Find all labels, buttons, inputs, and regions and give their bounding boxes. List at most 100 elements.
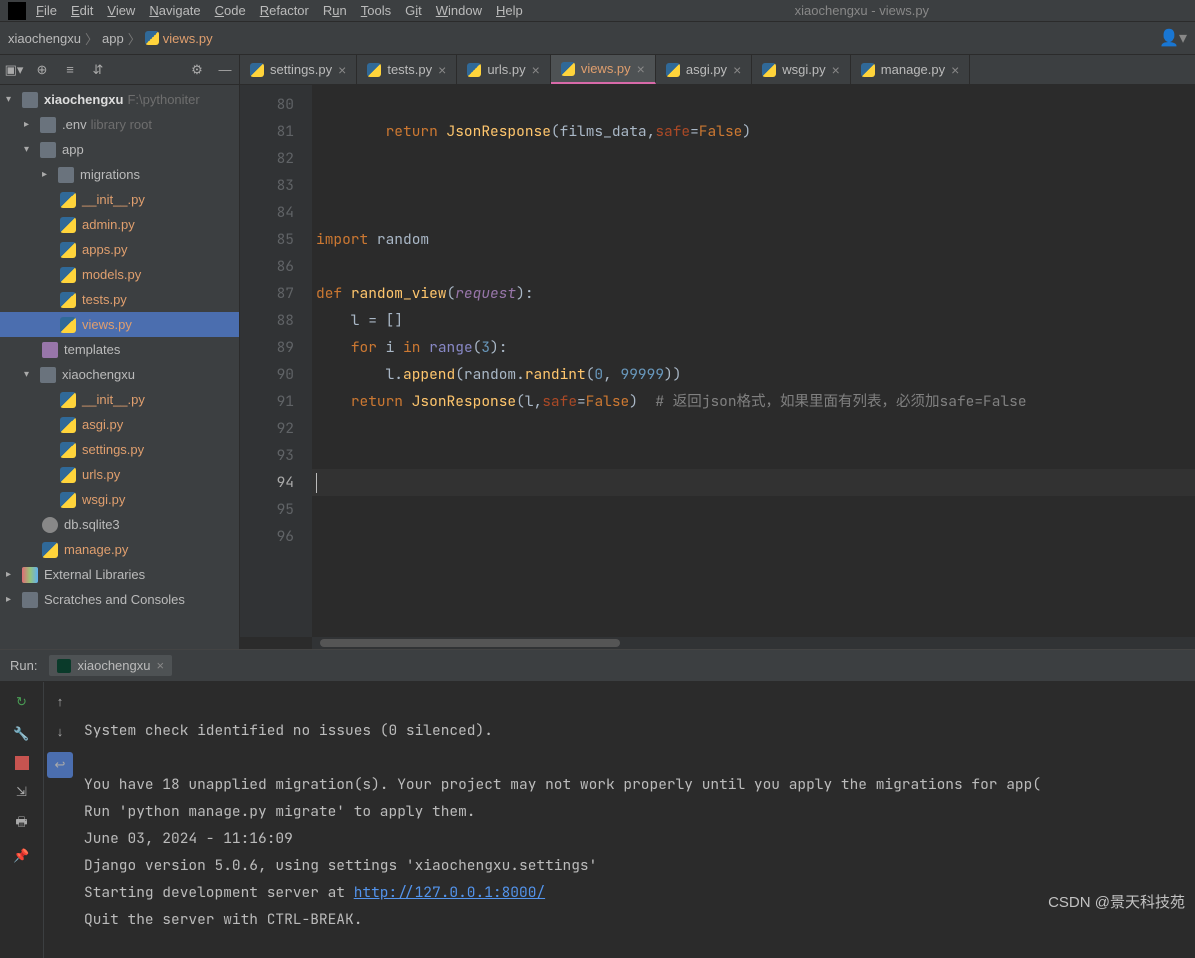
tree-file[interactable]: __init__.py [0,387,239,412]
code-editor[interactable]: 8081828384858687888990919293949596 retur… [240,85,1195,637]
rerun-icon[interactable]: ↻ [12,692,32,712]
python-icon [60,492,76,508]
menu-git[interactable]: Git [405,3,422,18]
tab-manage-py[interactable]: manage.py× [851,55,971,84]
tab-settings-py[interactable]: settings.py× [240,55,357,84]
python-icon [60,292,76,308]
tree-app[interactable]: ▾app [0,137,239,162]
menu-code[interactable]: Code [215,3,246,18]
crumb-root[interactable]: xiaochengxu [8,31,81,46]
tree-file[interactable]: apps.py [0,237,239,262]
tree-file[interactable]: models.py [0,262,239,287]
python-icon [60,417,76,433]
tree-file[interactable]: asgi.py [0,412,239,437]
project-view-icon[interactable]: ▣▾ [6,62,22,78]
folder-icon [22,592,38,608]
tree-file[interactable]: tests.py [0,287,239,312]
tab-tests-py[interactable]: tests.py× [357,55,457,84]
print-icon[interactable]: 🖶 [12,814,32,834]
tree-env[interactable]: ▸.envlibrary root [0,112,239,137]
close-icon[interactable]: × [532,62,540,78]
menu-edit[interactable]: Edit [71,3,93,18]
down-icon[interactable]: ↓ [51,722,69,740]
console-output[interactable]: System check identified no issues (0 sil… [76,682,1195,958]
menu-window[interactable]: Window [436,3,482,18]
django-icon [57,659,71,673]
watermark: CSDN @景天科技苑 [1048,891,1185,912]
close-icon[interactable]: × [338,62,346,78]
folder-icon [40,142,56,158]
menu-tools[interactable]: Tools [361,3,391,18]
close-icon[interactable]: × [733,62,741,78]
tree-scratch[interactable]: ▸Scratches and Consoles [0,587,239,612]
tab-views-py[interactable]: views.py× [551,55,656,84]
tree-file[interactable]: settings.py [0,437,239,462]
stop-icon[interactable] [15,756,29,770]
tree-file[interactable]: admin.py [0,212,239,237]
breadcrumb: xiaochengxu 〉 app 〉 views.py 👤▾ [0,22,1195,55]
run-tools-right: ↑ ↓ ↩ [44,682,76,958]
wrench-icon[interactable]: 🔧 [12,724,32,744]
menu-help[interactable]: Help [496,3,523,18]
close-icon[interactable]: × [951,62,959,78]
tree-pkg[interactable]: ▾xiaochengxu [0,362,239,387]
crumb-app[interactable]: app [102,31,124,46]
user-icon[interactable]: 👤▾ [1159,28,1187,48]
folder-icon [40,117,56,133]
menu-refactor[interactable]: Refactor [260,3,309,18]
python-icon [250,63,264,77]
close-icon[interactable]: × [156,658,164,673]
up-icon[interactable]: ↑ [51,692,69,710]
run-tools-left: ↻ 🔧 ⇲ 🖶 📌 [0,682,44,958]
library-icon [22,567,38,583]
python-icon [42,542,58,558]
line-gutter: 8081828384858687888990919293949596 [240,85,312,637]
tree-db[interactable]: db.sqlite3 [0,512,239,537]
tree-ext-lib[interactable]: ▸External Libraries [0,562,239,587]
close-icon[interactable]: × [438,62,446,78]
code-content[interactable]: return JsonResponse(films_data,safe=Fals… [312,85,1195,637]
expand-icon[interactable]: ≡ [62,62,78,78]
python-icon [60,242,76,258]
close-icon[interactable]: × [637,61,645,77]
run-label: Run: [10,658,37,673]
target-icon[interactable]: ⊕ [34,62,50,78]
database-icon [42,517,58,533]
menu-view[interactable]: View [107,3,135,18]
python-icon [467,63,481,77]
menu-navigate[interactable]: Navigate [149,3,200,18]
tree-file-views[interactable]: views.py [0,312,239,337]
pin-icon[interactable]: 📌 [12,846,32,866]
sidebar-toolbar: ▣▾ ⊕ ≡ ⇵ ⚙ — [0,55,239,85]
tree-templates[interactable]: templates [0,337,239,362]
project-tree[interactable]: ▾xiaochengxuF:\pythoniter ▸.envlibrary r… [0,85,239,649]
python-icon [60,442,76,458]
tree-root[interactable]: ▾xiaochengxuF:\pythoniter [0,87,239,112]
project-sidebar: ▣▾ ⊕ ≡ ⇵ ⚙ — ▾xiaochengxuF:\pythoniter ▸… [0,55,240,649]
tab-wsgi-py[interactable]: wsgi.py× [752,55,851,84]
tab-urls-py[interactable]: urls.py× [457,55,550,84]
close-icon[interactable]: × [832,62,840,78]
menu-file[interactable]: File [36,3,57,18]
menu-run[interactable]: Run [323,3,347,18]
horizontal-scrollbar[interactable] [312,637,1195,649]
tree-migrations[interactable]: ▸migrations [0,162,239,187]
collapse-icon[interactable]: ⇵ [90,62,106,78]
editor-area: settings.py×tests.py×urls.py×views.py×as… [240,55,1195,649]
python-icon [666,63,680,77]
run-tab[interactable]: xiaochengxu × [49,655,172,676]
crumb-file[interactable]: views.py [145,31,213,46]
gear-icon[interactable]: ⚙ [189,62,205,78]
layout-icon[interactable]: ⇲ [12,782,32,802]
tab-asgi-py[interactable]: asgi.py× [656,55,752,84]
tree-file[interactable]: __init__.py [0,187,239,212]
scrollbar-thumb[interactable] [320,639,620,647]
soft-wrap-icon[interactable]: ↩ [47,752,73,778]
hide-icon[interactable]: — [217,62,233,78]
tree-file[interactable]: urls.py [0,462,239,487]
window-title: xiaochengxu - views.py [795,3,929,18]
python-icon [60,467,76,483]
tree-file[interactable]: wsgi.py [0,487,239,512]
python-icon [861,63,875,77]
tree-manage[interactable]: manage.py [0,537,239,562]
